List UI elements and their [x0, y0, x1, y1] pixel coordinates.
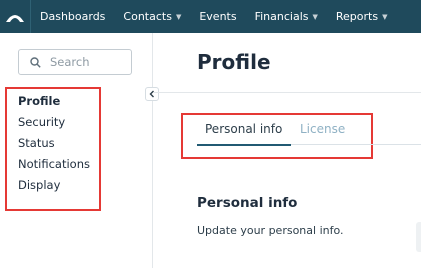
nav-reports[interactable]: Reports ▼ — [327, 0, 397, 33]
nav-dashboards[interactable]: Dashboards — [31, 0, 114, 33]
active-tab-indicator — [197, 144, 291, 146]
nav-label: Dashboards — [40, 10, 106, 23]
nav-label: Contacts — [123, 10, 172, 23]
search-icon — [30, 56, 41, 68]
caret-down-icon: ▼ — [175, 12, 182, 21]
sidebar-item-display[interactable]: Display — [18, 178, 60, 192]
arch-logo-icon — [6, 14, 24, 22]
main-nav: Dashboards Contacts ▼ Events Financials … — [31, 0, 396, 33]
section-description: Update your personal info. — [197, 224, 344, 237]
caret-down-icon: ▼ — [312, 12, 318, 21]
tabs-highlight — [181, 113, 373, 159]
top-navigation-bar: Dashboards Contacts ▼ Events Financials … — [0, 0, 421, 33]
nav-label: Reports — [335, 10, 379, 23]
caret-down-icon: ▼ — [382, 12, 388, 21]
sidebar-item-notifications[interactable]: Notifications — [18, 157, 90, 171]
app-logo[interactable] — [0, 0, 31, 33]
page-title: Profile — [197, 50, 271, 74]
nav-financials[interactable]: Financials ▼ — [246, 0, 327, 33]
header-divider — [153, 92, 421, 93]
sidebar-item-security[interactable]: Security — [18, 115, 65, 129]
collapse-sidebar-button[interactable] — [145, 87, 159, 101]
nav-label: Events — [199, 10, 237, 23]
search-box[interactable] — [18, 49, 132, 75]
settings-sidebar: Profile Security Status Notifications Di… — [0, 33, 153, 268]
scroll-edge-handle — [416, 222, 421, 252]
section-title: Personal info — [197, 195, 298, 211]
nav-label: Financials — [254, 10, 309, 23]
nav-events[interactable]: Events — [190, 0, 245, 33]
sidebar-item-status[interactable]: Status — [18, 136, 55, 150]
tab-license[interactable]: License — [300, 122, 345, 136]
search-input[interactable] — [50, 55, 120, 69]
tabs-divider — [291, 144, 421, 145]
sidebar-item-profile[interactable]: Profile — [18, 94, 60, 108]
tab-personal-info[interactable]: Personal info — [205, 122, 282, 136]
nav-contacts[interactable]: Contacts ▼ — [114, 0, 190, 33]
